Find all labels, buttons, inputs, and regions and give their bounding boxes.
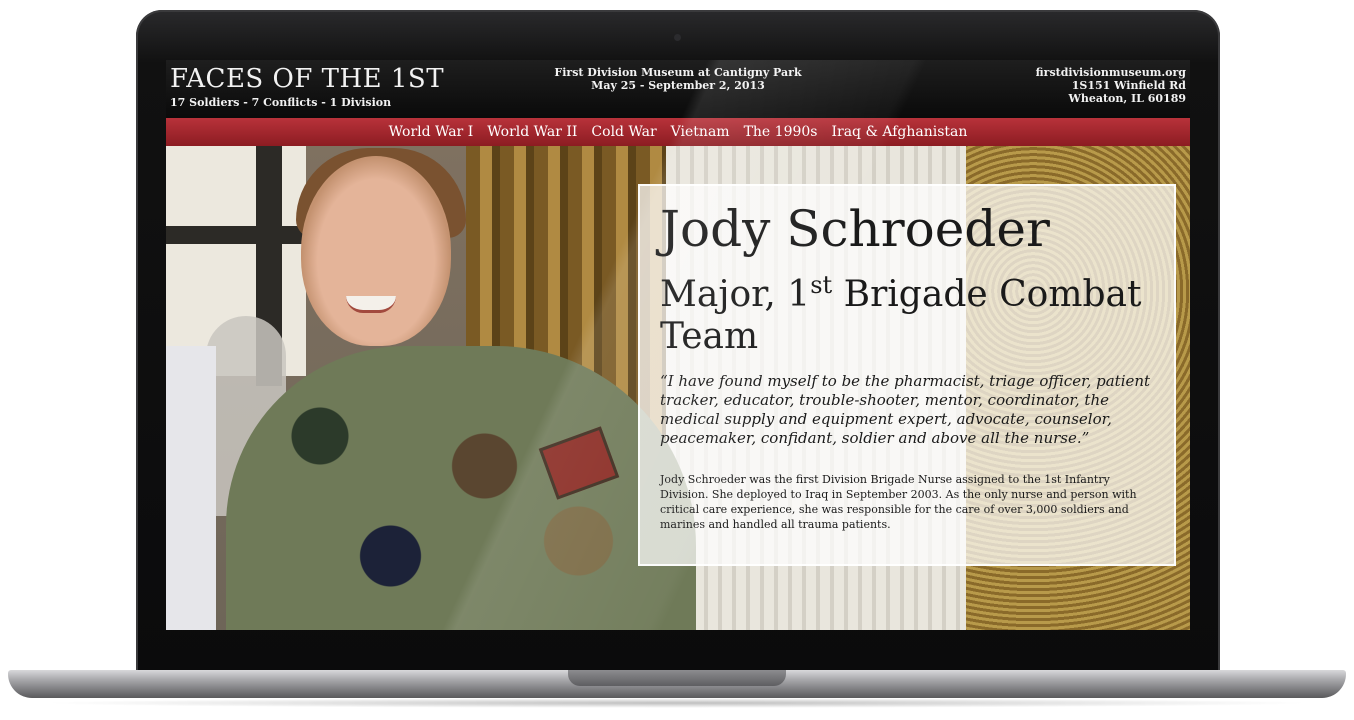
rank-superscript: st — [810, 271, 833, 299]
nav-world-war-ii[interactable]: World War II — [487, 118, 577, 146]
hero-section: Jody Schroeder Major, 1st Brigade Combat… — [166, 146, 1190, 630]
nav-iraq-afghanistan[interactable]: Iraq & Afghanistan — [831, 118, 967, 146]
laptop-shadow — [40, 698, 1314, 708]
rank-prefix: Major, 1 — [660, 274, 811, 315]
address-line1: 1S151 Winfield Rd — [1071, 79, 1186, 92]
main-nav: World War I World War II Cold War Vietna… — [166, 118, 1190, 146]
profile-bio: Jody Schroeder was the first Division Br… — [660, 473, 1137, 531]
soldier-portrait — [301, 156, 451, 346]
camera-icon — [674, 34, 681, 41]
nav-the-1990s[interactable]: The 1990s — [744, 118, 818, 146]
contact-info: firstdivisionmuseum.org 1S151 Winfield R… — [1036, 66, 1186, 105]
profile-panel: Jody Schroeder Major, 1st Brigade Combat… — [638, 184, 1176, 566]
browser-screen: FACES OF THE 1ST 17 Soldiers - 7 Conflic… — [166, 60, 1190, 630]
profile-rank: Major, 1st Brigade Combat Team — [660, 264, 1154, 358]
nav-vietnam[interactable]: Vietnam — [671, 118, 730, 146]
site-header: FACES OF THE 1ST 17 Soldiers - 7 Conflic… — [166, 60, 1190, 118]
laptop-notch — [568, 670, 786, 686]
photo-edge-figure — [166, 346, 216, 630]
nav-world-war-i[interactable]: World War I — [389, 118, 474, 146]
website-link[interactable]: firstdivisionmuseum.org — [1036, 66, 1186, 79]
profile-name: Jody Schroeder — [660, 200, 1050, 258]
site-tagline: 17 Soldiers - 7 Conflicts - 1 Division — [170, 96, 392, 109]
nav-cold-war[interactable]: Cold War — [591, 118, 656, 146]
profile-quote: “I have found myself to be the pharmacis… — [660, 372, 1151, 447]
address-line2: Wheaton, IL 60189 — [1068, 92, 1186, 105]
